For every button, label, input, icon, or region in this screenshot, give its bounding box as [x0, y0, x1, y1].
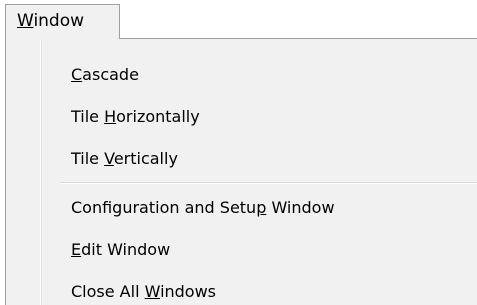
window-dropdown-menu: Cascade Tile Horizontally Tile Verticall…	[5, 38, 477, 305]
menu-item-label-after: Window	[266, 198, 335, 217]
menu-bar: Window	[0, 0, 477, 39]
window-menu-accelerator: W	[17, 11, 34, 31]
menu-item-label-after: indows	[160, 282, 217, 301]
menu-item-label-before: Close All	[71, 282, 145, 301]
icon-column-divider	[40, 39, 42, 305]
menu-item-accelerator: W	[144, 282, 161, 301]
menu-item-label-after: dit Window	[81, 240, 171, 259]
menu-item-label-before: Configuration and Setu	[71, 198, 257, 217]
menu-item-accelerator: E	[71, 240, 82, 259]
menu-item-accelerator: V	[104, 149, 114, 168]
menu-icon-column	[6, 39, 40, 305]
menu-item-label-before: Tile	[71, 149, 105, 168]
menu-item-accelerator: H	[104, 107, 117, 126]
menu-item-label-after: orizontally	[116, 107, 200, 126]
window-menu-label-after: indow	[33, 11, 85, 31]
menu-separator	[61, 182, 477, 184]
menu-item-close-all-windows[interactable]: Close All Windows	[71, 272, 216, 305]
menu-item-label-before: Tile	[71, 107, 105, 126]
screen: Window Cascade Tile Horizontally Tile Ve…	[0, 0, 477, 305]
menu-item-label-after: ertically	[113, 149, 178, 168]
menu-item-accelerator: C	[71, 65, 83, 84]
menu-item-accelerator: p	[256, 198, 267, 217]
menu-item-cascade[interactable]: Cascade	[71, 55, 139, 95]
menu-item-configuration-and-setup-window[interactable]: Configuration and Setup Window	[71, 188, 335, 228]
menu-item-edit-window[interactable]: Edit Window	[71, 230, 170, 270]
menu-item-tile-vertically[interactable]: Tile Vertically	[71, 139, 178, 179]
menu-item-tile-horizontally[interactable]: Tile Horizontally	[71, 97, 200, 137]
menu-item-label-after: ascade	[82, 65, 139, 84]
window-menu[interactable]: Window	[5, 4, 120, 39]
